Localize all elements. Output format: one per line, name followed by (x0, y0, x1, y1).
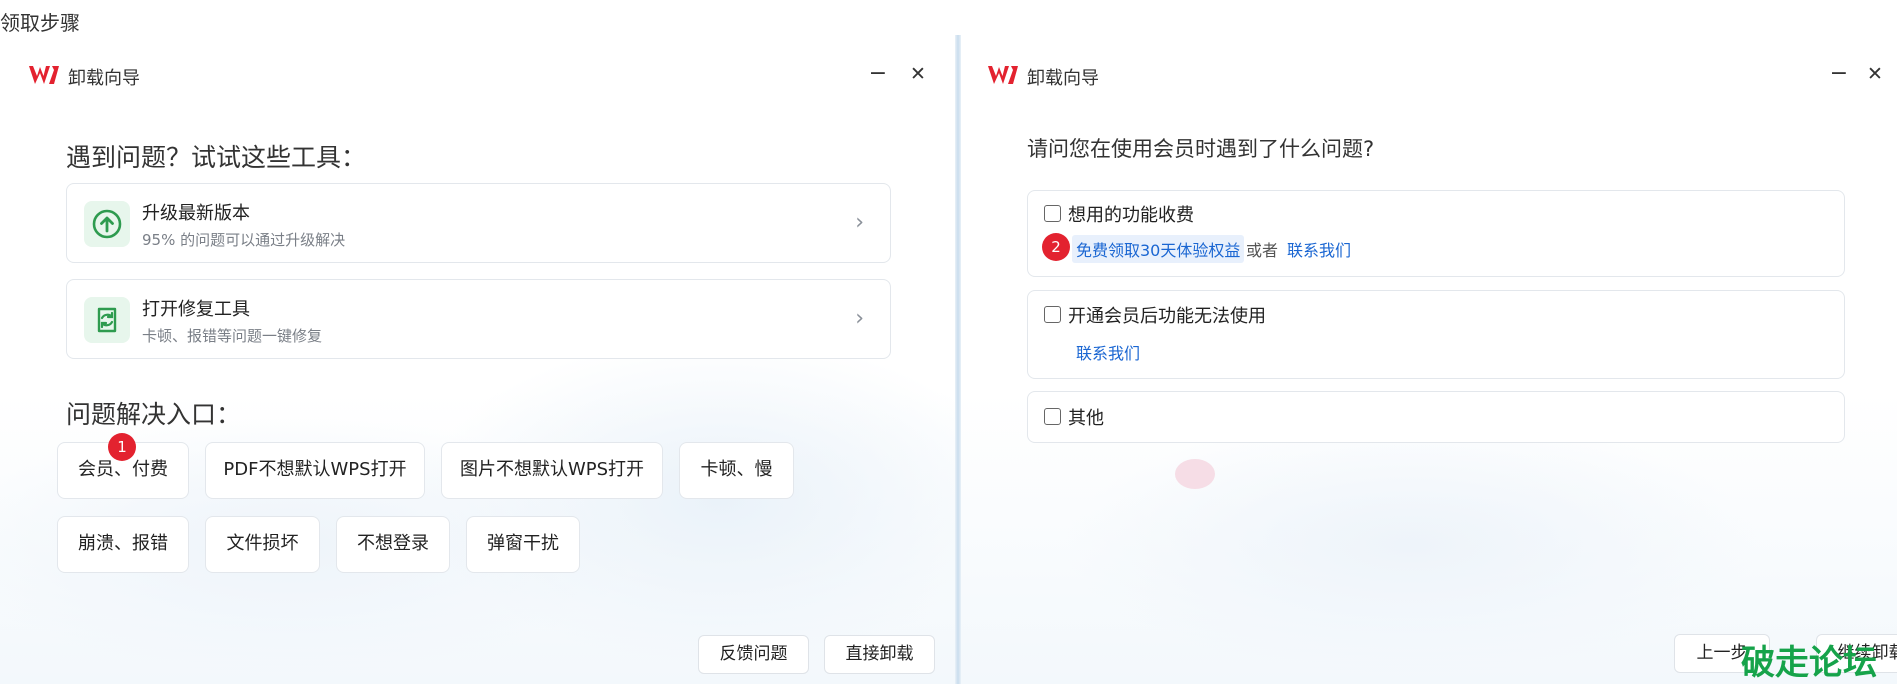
upgrade-version-card[interactable]: 升级最新版本 95% 的问题可以通过升级解决 › (66, 183, 891, 263)
wps-logo-icon (29, 66, 59, 84)
option-checkbox[interactable] (1044, 205, 1061, 222)
entry-section-title: 问题解决入口： (66, 400, 242, 429)
page-heading: 领取步骤 (0, 11, 80, 35)
option-card-paid-feature: 想用的功能收费 免费领取30天体验权益 或者 联系我们 2 (1027, 190, 1845, 277)
step-marker-2: 2 (1042, 233, 1070, 261)
contact-us-link[interactable]: 联系我们 (1076, 340, 1140, 364)
minimize-button[interactable]: − (866, 62, 890, 86)
close-button[interactable]: ✕ (1863, 62, 1887, 86)
title-bar: 卸载向导 − ✕ (0, 35, 955, 115)
background-wave (1061, 415, 1761, 675)
entry-crash-error[interactable]: 崩溃、报错 (57, 516, 189, 573)
tool-title: 打开修复工具 (142, 299, 250, 320)
forum-watermark: 破走论坛 (1741, 643, 1877, 683)
option-checkbox[interactable] (1044, 306, 1061, 323)
uninstall-wizard-window-right: 卸载向导 − ✕ 请问您在使用会员时遇到了什么问题? 想用的功能收费 免费领取3… (961, 35, 1897, 684)
background-wave (420, 335, 955, 665)
tools-section-title: 遇到问题？试试这些工具： (66, 143, 367, 172)
close-button[interactable]: ✕ (906, 62, 930, 86)
minimize-button[interactable]: − (1827, 62, 1851, 86)
option-label: 开通会员后功能无法使用 (1068, 306, 1266, 327)
title-bar: 卸载向导 − ✕ (961, 35, 1897, 115)
background-dot (1175, 459, 1215, 489)
wps-logo-icon (988, 66, 1018, 84)
entry-image-default[interactable]: 图片不想默认WPS打开 (441, 442, 663, 499)
uninstall-wizard-window-left: 卸载向导 − ✕ 遇到问题？试试这些工具： 升级最新版本 95% 的问题可以通过… (0, 35, 955, 684)
entry-popup-interference[interactable]: 弹窗干扰 (466, 516, 580, 573)
feedback-button[interactable]: 反馈问题 (698, 635, 809, 674)
free-trial-link[interactable]: 免费领取30天体验权益 (1072, 235, 1245, 263)
entry-lag-slow[interactable]: 卡顿、慢 (679, 442, 794, 499)
entry-no-login[interactable]: 不想登录 (336, 516, 450, 573)
repair-tool-icon (84, 297, 130, 343)
option-label: 其他 (1068, 408, 1104, 429)
option-label: 想用的功能收费 (1068, 205, 1194, 226)
tool-subtitle: 95% 的问题可以通过升级解决 (142, 231, 346, 249)
or-text: 或者 (1246, 241, 1279, 260)
option-card-other: 其他 (1027, 391, 1845, 443)
option-card-feature-unavailable: 开通会员后功能无法使用 联系我们 (1027, 290, 1845, 379)
entry-file-damaged[interactable]: 文件损坏 (205, 516, 320, 573)
window-title: 卸载向导 (68, 68, 140, 89)
entry-pdf-default[interactable]: PDF不想默认WPS打开 (205, 442, 425, 499)
window-title: 卸载向导 (1027, 68, 1099, 89)
chevron-right-icon: › (855, 210, 864, 235)
upgrade-arrow-icon (84, 201, 130, 247)
contact-us-link[interactable]: 联系我们 (1287, 237, 1351, 261)
tool-title: 升级最新版本 (142, 203, 250, 224)
chevron-right-icon: › (855, 306, 864, 331)
repair-tool-card[interactable]: 打开修复工具 卡顿、报错等问题一键修复 › (66, 279, 891, 359)
option-checkbox[interactable] (1044, 408, 1061, 425)
step-marker-1: 1 (108, 433, 136, 461)
direct-uninstall-button[interactable]: 直接卸载 (824, 635, 935, 674)
survey-question: 请问您在使用会员时遇到了什么问题? (1027, 137, 1375, 161)
tool-subtitle: 卡顿、报错等问题一键修复 (142, 327, 323, 345)
